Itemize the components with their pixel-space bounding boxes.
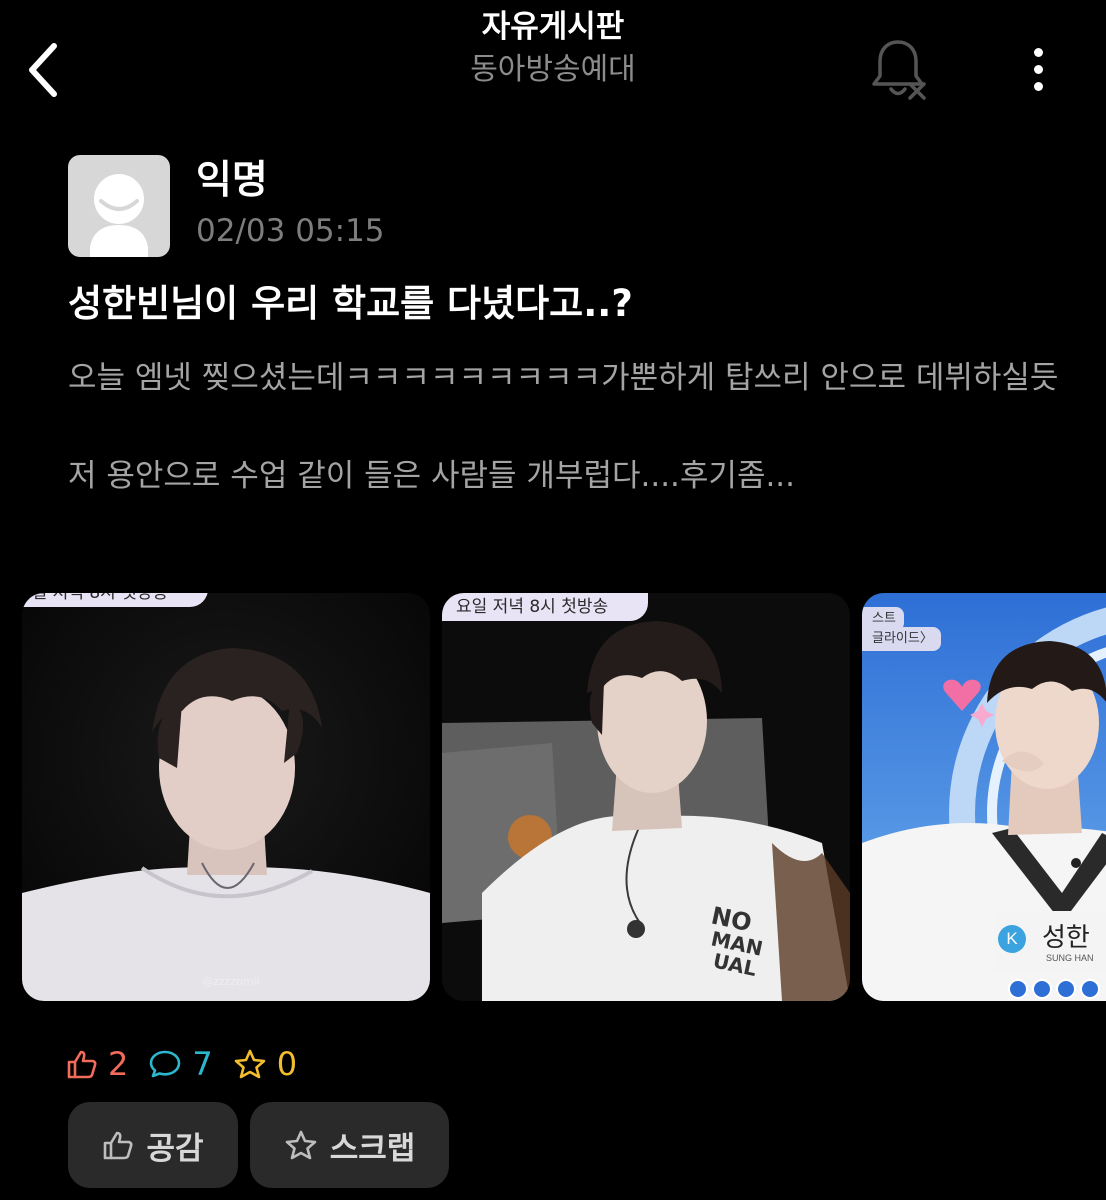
thumbs-up-icon <box>104 1131 134 1160</box>
like-button[interactable]: 공감 <box>68 1102 238 1188</box>
post-body: 오늘 엠넷 찢으셨는데ㅋㅋㅋㅋㅋㅋㅋㅋㅋ가뿐하게 탑쓰리 안으로 데뷔하실듯 저… <box>68 354 1078 501</box>
top-bar: 자유게시판 동아방송예대 <box>0 0 1106 120</box>
back-chevron-icon <box>29 43 57 97</box>
comment-count-value: 7 <box>192 1045 213 1083</box>
like-count: 2 <box>66 1045 128 1083</box>
author-info: 익명 02/03 05:15 <box>68 155 668 257</box>
comment-count: 7 <box>148 1045 213 1083</box>
image-caption: 요일 저녁 8시 첫방송 <box>442 593 649 621</box>
scrap-button-label: 스크랩 <box>329 1130 416 1167</box>
back-button[interactable] <box>14 30 74 110</box>
more-vertical-icon <box>1033 47 1043 57</box>
image-caption: 글라이드〉 <box>862 627 941 651</box>
post-image[interactable]: NO MAN UAL 요일 저녁 8시 첫방송 @zzzzomii <box>442 593 850 1001</box>
post-body-paragraph: 오늘 엠넷 찢으셨는데ㅋㅋㅋㅋㅋㅋㅋㅋㅋ가뿐하게 탑쓰리 안으로 데뷔하실듯 <box>68 360 1059 396</box>
image-caption: 요일 저녁 8시 첫방송 <box>22 593 209 607</box>
scrap-button[interactable]: 스크랩 <box>250 1102 449 1188</box>
photo-placeholder <box>22 593 430 1001</box>
post-title: 성한빈님이 우리 학교를 다녔다고..? <box>68 282 633 325</box>
author-name: 익명 <box>196 158 268 203</box>
board-header: 자유게시판 동아방송예대 <box>353 0 753 90</box>
photo-placeholder: NO MAN UAL <box>442 593 850 1001</box>
post-timestamp: 02/03 05:15 <box>196 213 385 249</box>
board-subtitle: 동아방송예대 <box>470 52 636 87</box>
post-stats: 2 7 0 <box>66 1042 317 1086</box>
star-icon <box>285 1130 317 1160</box>
image-gallery[interactable]: 요일 저녁 8시 첫방송 @zzzzomii NO MAN UAL 요일 저녁 … <box>22 593 1106 1003</box>
name-card-subtext: SUNG HAN <box>1046 953 1094 963</box>
thumbs-up-icon <box>67 1050 97 1079</box>
post-image[interactable]: 스트 글라이드〉 K 성한 SUNG HAN <box>862 593 1106 1001</box>
scrap-count-value: 0 <box>276 1045 298 1083</box>
notification-toggle-button[interactable] <box>866 36 930 102</box>
post-image[interactable]: 요일 저녁 8시 첫방송 @zzzzomii <box>22 593 430 1001</box>
comment-bubble-icon <box>150 1050 181 1078</box>
board-title: 자유게시판 <box>481 9 625 45</box>
name-card-text: 성한 <box>1042 923 1090 953</box>
scrap-count: 0 <box>233 1045 297 1083</box>
name-card: K 성한 SUNG HAN <box>994 911 1106 973</box>
default-avatar-icon <box>90 174 148 257</box>
bell-off-icon <box>872 40 926 100</box>
like-count-value: 2 <box>108 1045 129 1083</box>
post-body-paragraph: 저 용안으로 수업 같이 들은 사람들 개부럽다....후기좀... <box>68 458 796 494</box>
like-button-label: 공감 <box>146 1130 204 1167</box>
more-options-button[interactable] <box>1010 38 1066 100</box>
k-badge-icon: K <box>998 925 1026 953</box>
image-watermark: @zzzzomii <box>622 975 680 988</box>
image-watermark: @zzzzomii <box>202 975 260 988</box>
star-icon <box>234 1049 266 1079</box>
avatar[interactable] <box>68 155 170 257</box>
